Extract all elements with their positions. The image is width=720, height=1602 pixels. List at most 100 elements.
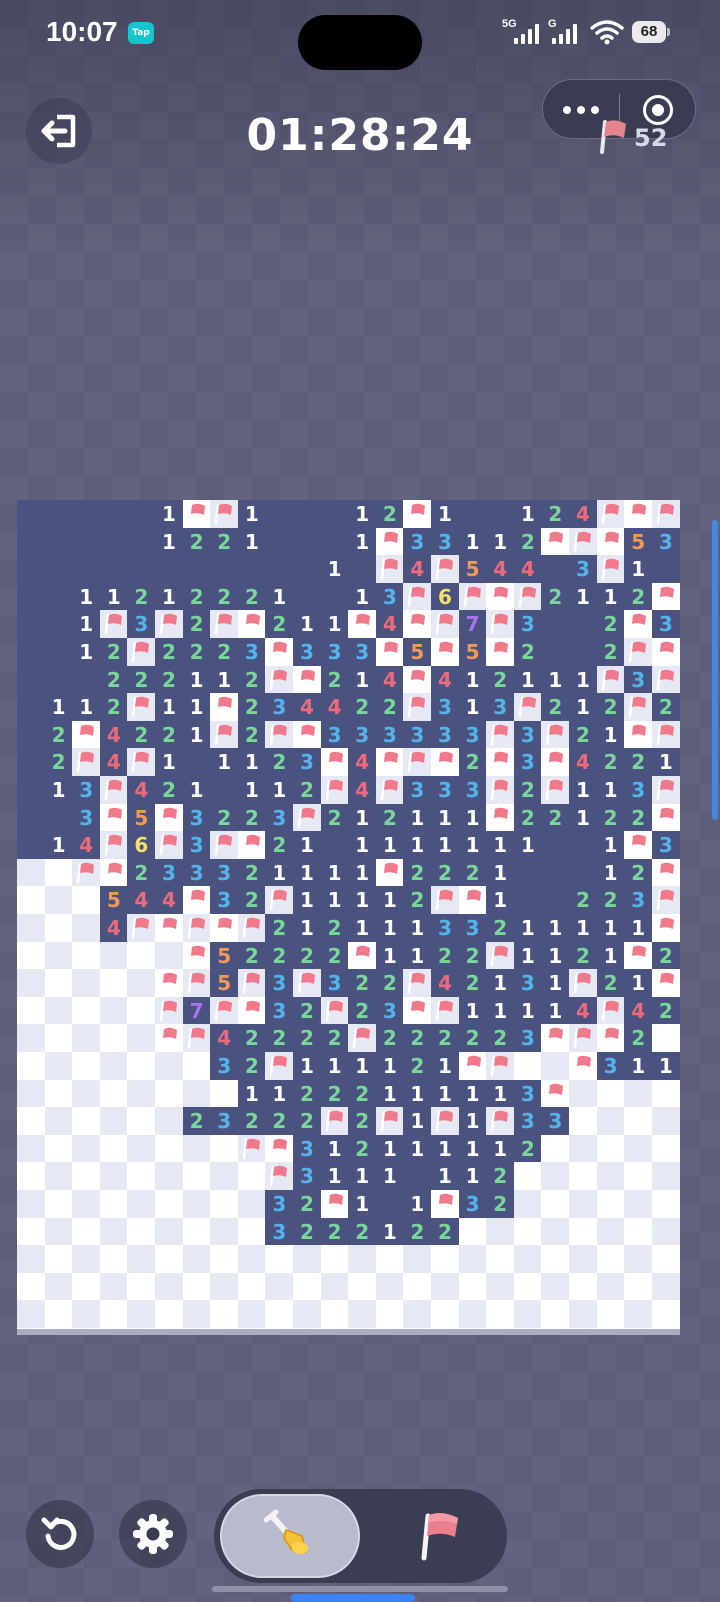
cell-number-1[interactable]: 1 (375, 1052, 404, 1080)
cell-flag[interactable] (596, 527, 625, 556)
cell-empty[interactable] (541, 1162, 570, 1191)
cell-empty[interactable] (155, 1107, 183, 1136)
cell-empty[interactable] (44, 1162, 73, 1191)
cell-number-1[interactable]: 1 (596, 858, 625, 887)
cell-number-3[interactable]: 3 (651, 527, 680, 556)
cell-number-1[interactable]: 1 (458, 1107, 487, 1136)
cell-unrevealed[interactable] (569, 858, 597, 887)
cell-number-1[interactable]: 1 (155, 582, 183, 611)
cell-number-1[interactable]: 1 (596, 831, 625, 860)
cell-empty[interactable] (458, 1245, 487, 1274)
cell-number-5[interactable]: 5 (99, 886, 128, 915)
cell-flag[interactable] (458, 582, 487, 611)
cell-empty[interactable] (513, 1245, 542, 1274)
cell-number-1[interactable]: 1 (348, 1052, 377, 1080)
cell-flag[interactable] (375, 776, 404, 804)
cell-number-5[interactable]: 5 (403, 638, 432, 666)
cell-number-1[interactable]: 1 (486, 886, 515, 915)
cell-number-7[interactable]: 7 (182, 996, 211, 1025)
cell-empty[interactable] (182, 1052, 211, 1080)
cell-number-4[interactable]: 4 (99, 720, 128, 749)
cell-flag[interactable] (237, 1134, 266, 1163)
cell-number-1[interactable]: 1 (541, 941, 570, 970)
cell-flag[interactable] (320, 748, 349, 777)
cell-number-1[interactable]: 1 (375, 1134, 404, 1163)
cell-unrevealed[interactable] (17, 638, 45, 666)
cell-number-2[interactable]: 2 (375, 1024, 404, 1053)
cell-empty[interactable] (155, 941, 183, 970)
cell-number-1[interactable]: 1 (99, 582, 128, 611)
cell-number-1[interactable]: 1 (596, 582, 625, 611)
cell-number-4[interactable]: 4 (375, 610, 404, 639)
cell-number-2[interactable]: 2 (265, 831, 294, 860)
cell-number-1[interactable]: 1 (44, 776, 73, 804)
cell-empty[interactable] (486, 1245, 515, 1274)
cell-empty[interactable] (596, 1272, 625, 1301)
cell-empty[interactable] (651, 1245, 680, 1274)
cell-empty[interactable] (72, 1024, 101, 1053)
cell-flag[interactable] (237, 996, 266, 1025)
cell-flag[interactable] (403, 693, 432, 722)
cell-flag[interactable] (210, 610, 239, 639)
cell-number-1[interactable]: 1 (569, 665, 597, 694)
cell-number-2[interactable]: 2 (486, 1190, 515, 1218)
cell-flag[interactable] (624, 610, 653, 639)
cell-empty[interactable] (182, 1162, 211, 1191)
cell-unrevealed[interactable] (44, 582, 73, 611)
cell-number-1[interactable]: 1 (569, 582, 597, 611)
cell-number-3[interactable]: 3 (458, 720, 487, 749)
cell-number-2[interactable]: 2 (320, 914, 349, 942)
cell-unrevealed[interactable] (486, 500, 515, 528)
cell-empty[interactable] (99, 1245, 128, 1274)
cell-number-3[interactable]: 3 (320, 638, 349, 666)
cell-empty[interactable] (17, 1052, 45, 1080)
cell-number-3[interactable]: 3 (293, 1162, 321, 1191)
cell-number-2[interactable]: 2 (348, 1107, 377, 1136)
cell-empty[interactable] (541, 1134, 570, 1163)
cell-empty[interactable] (541, 1272, 570, 1301)
cell-number-2[interactable]: 2 (513, 776, 542, 804)
cell-flag[interactable] (210, 831, 239, 860)
cell-unrevealed[interactable] (375, 1190, 404, 1218)
cell-empty[interactable] (72, 1190, 101, 1218)
cell-empty[interactable] (569, 1134, 597, 1163)
cell-flag[interactable] (486, 748, 515, 777)
cell-number-2[interactable]: 2 (320, 665, 349, 694)
cell-number-2[interactable]: 2 (541, 582, 570, 611)
cell-number-3[interactable]: 3 (458, 1190, 487, 1218)
cell-number-5[interactable]: 5 (458, 555, 487, 584)
cell-number-2[interactable]: 2 (348, 1134, 377, 1163)
cell-number-3[interactable]: 3 (293, 638, 321, 666)
cell-number-2[interactable]: 2 (44, 720, 73, 749)
cell-number-1[interactable]: 1 (486, 858, 515, 887)
cell-unrevealed[interactable] (210, 776, 239, 804)
cell-number-1[interactable]: 1 (348, 831, 377, 860)
cell-empty[interactable] (17, 1300, 45, 1329)
cell-number-2[interactable]: 2 (596, 638, 625, 666)
cell-empty[interactable] (403, 1300, 432, 1329)
cell-number-4[interactable]: 4 (155, 886, 183, 915)
cell-empty[interactable] (44, 1107, 73, 1136)
cell-empty[interactable] (99, 1134, 128, 1163)
cell-flag[interactable] (265, 1134, 294, 1163)
cell-number-2[interactable]: 2 (569, 720, 597, 749)
cell-number-2[interactable]: 2 (651, 693, 680, 722)
cell-number-2[interactable]: 2 (265, 914, 294, 942)
cell-empty[interactable] (375, 1300, 404, 1329)
cell-number-4[interactable]: 4 (127, 776, 156, 804)
cell-number-3[interactable]: 3 (265, 1217, 294, 1246)
cell-empty[interactable] (182, 1245, 211, 1274)
cell-empty[interactable] (99, 941, 128, 970)
cell-number-1[interactable]: 1 (375, 914, 404, 942)
cell-flag[interactable] (265, 886, 294, 915)
cell-unrevealed[interactable] (320, 582, 349, 611)
cell-flag[interactable] (99, 610, 128, 639)
cell-number-1[interactable]: 1 (155, 500, 183, 528)
cell-number-3[interactable]: 3 (210, 1052, 239, 1080)
cell-number-2[interactable]: 2 (486, 914, 515, 942)
cell-flag[interactable] (348, 941, 377, 970)
cell-flag[interactable] (127, 748, 156, 777)
cell-number-2[interactable]: 2 (237, 665, 266, 694)
cell-flag[interactable] (375, 1107, 404, 1136)
cell-number-4[interactable]: 4 (403, 555, 432, 584)
